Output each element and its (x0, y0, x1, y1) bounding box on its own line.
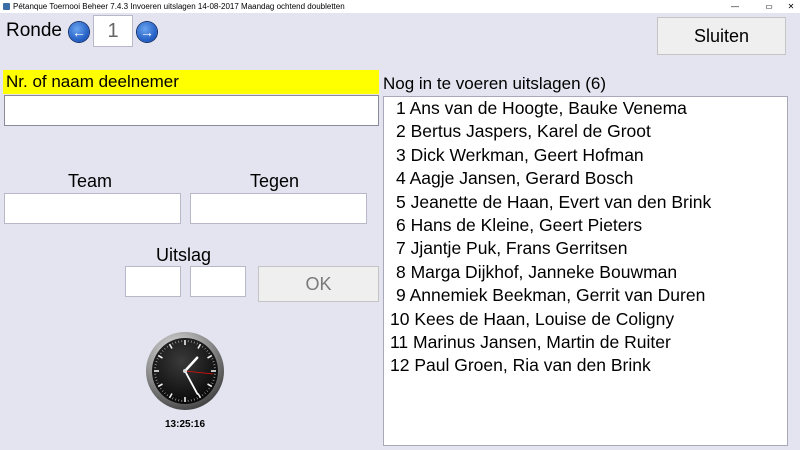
round-label: Ronde (6, 20, 62, 41)
ok-button[interactable]: OK (258, 266, 379, 302)
arrow-left-icon: ← (72, 24, 86, 40)
pending-match-item[interactable]: 2 Bertus Jaspers, Karel de Groot (384, 120, 787, 143)
pending-match-item[interactable]: 12 Paul Groen, Ria van den Brink (384, 354, 787, 377)
close-button[interactable]: Sluiten (657, 17, 786, 55)
team-field[interactable] (4, 193, 181, 224)
opponent-field[interactable] (190, 193, 367, 224)
next-round-button[interactable]: → (137, 22, 157, 42)
pending-match-item[interactable]: 6 Hans de Kleine, Geert Pieters (384, 214, 787, 237)
app-icon (3, 3, 10, 10)
team-label: Team (68, 171, 113, 191)
pending-match-item[interactable]: 8 Marga Dijkhof, Janneke Bouwman (384, 261, 787, 284)
pending-results-header: Nog in te voeren uitslagen (6) (383, 74, 607, 93)
opponent-label: Tegen (250, 171, 300, 191)
arrow-right-icon: → (140, 24, 154, 40)
pending-match-item[interactable]: 7 Jjantje Puk, Frans Gerritsen (384, 237, 787, 260)
pending-match-item[interactable]: 5 Jeanette de Haan, Evert van den Brink (384, 191, 787, 214)
score-label: Uitslag (156, 245, 212, 265)
main-content: Ronde ← 1 → Sluiten Nr. of naam deelneme… (0, 13, 800, 450)
previous-round-button[interactable]: ← (69, 22, 89, 42)
team-score-field[interactable] (125, 266, 181, 297)
close-window-button[interactable]: ✕ (778, 0, 800, 13)
participant-input[interactable] (4, 95, 379, 126)
pending-match-item[interactable]: 3 Dick Werkman, Geert Hofman (384, 144, 787, 167)
analog-clock (146, 332, 224, 410)
opponent-score-field[interactable] (190, 266, 246, 297)
pending-match-item[interactable]: 10 Kees de Haan, Louise de Coligny (384, 308, 787, 331)
pending-match-item[interactable]: 1 Ans van de Hoogte, Bauke Venema (384, 97, 787, 120)
participant-label: Nr. of naam deelnemer (3, 70, 379, 94)
pending-match-item[interactable]: 11 Marinus Jansen, Martin de Ruiter (384, 331, 787, 354)
pending-match-item[interactable]: 9 Annemiek Beekman, Gerrit van Duren (384, 284, 787, 307)
round-number-field[interactable]: 1 (93, 15, 133, 47)
pending-results-list[interactable]: 1 Ans van de Hoogte, Bauke Venema 2 Bertu… (383, 96, 788, 446)
window-title: Pétanque Toernooi Beheer 7.4.3 Invoeren … (13, 2, 345, 11)
pending-match-item[interactable]: 4 Aagje Jansen, Gerard Bosch (384, 167, 787, 190)
title-bar: Pétanque Toernooi Beheer 7.4.3 Invoeren … (0, 0, 800, 13)
clock-time: 13:25:16 (164, 419, 206, 430)
minimize-button[interactable]: — (722, 0, 748, 13)
